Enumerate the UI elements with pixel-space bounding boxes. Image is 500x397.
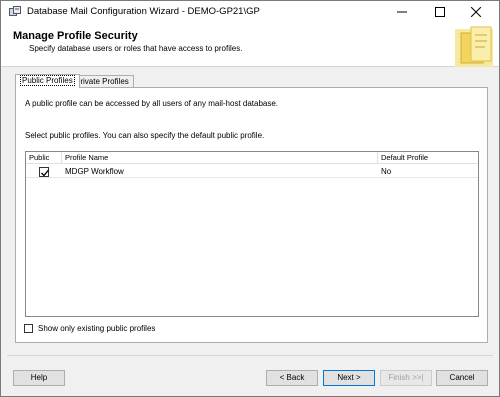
- cell-default-profile[interactable]: No: [378, 165, 478, 178]
- panel-instruction: Select public profiles. You can also spe…: [25, 131, 265, 140]
- cell-public: [26, 165, 62, 178]
- tab-label: Private Profiles: [75, 77, 129, 86]
- cell-profile-name: MDGP Workflow: [65, 167, 124, 176]
- cancel-button[interactable]: Cancel: [436, 370, 488, 386]
- checkmark-icon: [41, 169, 50, 177]
- tab-label: Public Profiles: [20, 75, 75, 86]
- footer-divider: [7, 355, 493, 356]
- finish-button[interactable]: Finish >>|: [380, 370, 432, 386]
- show-existing-option[interactable]: Show only existing public profiles: [24, 324, 155, 333]
- close-icon[interactable]: [461, 1, 491, 23]
- help-button[interactable]: Help: [13, 370, 65, 386]
- page-title: Manage Profile Security: [13, 30, 138, 42]
- wizard-header: Manage Profile Security Specify database…: [1, 23, 499, 67]
- profiles-grid[interactable]: Public Profile Name Default Profile MDGP…: [25, 151, 479, 317]
- tab-panel-public-profiles: A public profile can be accessed by all …: [15, 87, 488, 343]
- page-subtitle: Specify database users or roles that hav…: [29, 44, 243, 53]
- next-button[interactable]: Next >: [323, 370, 375, 386]
- public-checkbox[interactable]: [39, 167, 50, 177]
- grid-header: Public Profile Name Default Profile: [26, 152, 478, 164]
- show-existing-checkbox[interactable]: [24, 324, 33, 333]
- minimize-icon[interactable]: [387, 1, 417, 23]
- panel-description: A public profile can be accessed by all …: [25, 99, 279, 108]
- wizard-header-art: [451, 25, 497, 67]
- back-button[interactable]: < Back: [266, 370, 318, 386]
- column-header-profile-name[interactable]: Profile Name: [62, 152, 378, 164]
- column-header-default-profile[interactable]: Default Profile: [378, 152, 478, 164]
- tab-public-profiles[interactable]: Public Profiles: [15, 74, 80, 88]
- title-bar: Database Mail Configuration Wizard - DEM…: [1, 1, 499, 23]
- app-icon: [9, 6, 21, 18]
- column-header-public[interactable]: Public: [26, 152, 62, 164]
- wizard-window: Database Mail Configuration Wizard - DEM…: [0, 0, 500, 397]
- table-row[interactable]: MDGP Workflow No: [26, 165, 478, 178]
- maximize-icon[interactable]: [425, 1, 455, 23]
- show-existing-label: Show only existing public profiles: [38, 324, 156, 333]
- window-title: Database Mail Configuration Wizard - DEM…: [27, 6, 260, 17]
